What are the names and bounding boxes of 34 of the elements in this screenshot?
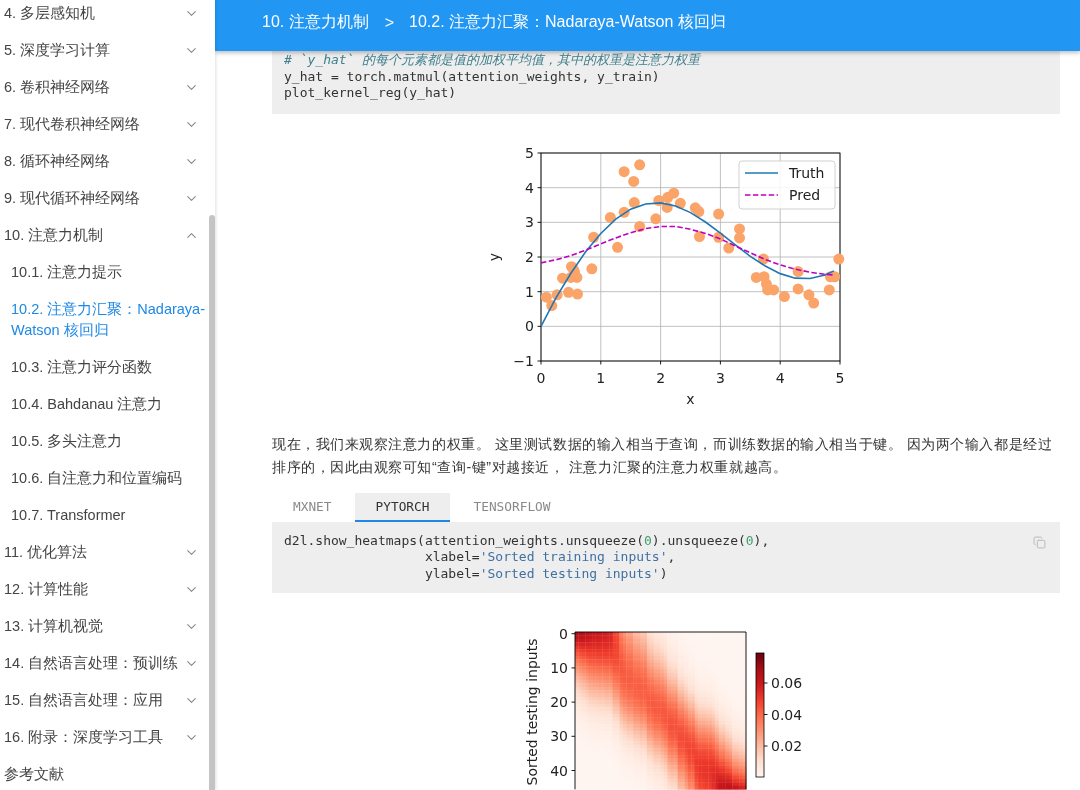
legend-label: Truth (789, 164, 825, 181)
tick-label: 0.02 (771, 738, 803, 754)
axis-label: Sorted testing inputs (524, 638, 540, 786)
code-line: y_hat = torch.matmul(attention_weights, y_train) (284, 68, 660, 85)
legend-label: Pred (789, 186, 821, 203)
body-text: 现在，我们来观察注意力的权重。 这里测试数据的输入相当于查询，而训练数据的输入相当于键。 因为两个输入都是经过排序的，因此由观察可知“查询-键”对越接近， 注意力汇聚的注意力权重就越高。 (272, 434, 1054, 477)
tick-label: 30 (550, 728, 568, 745)
code-line: # `y_hat` 的每个元素都是值的加权平均值，其中的权重是注意力权重 (284, 52, 701, 69)
code-line: ylabel='Sorted testing inputs') (423, 565, 668, 582)
code-line: d2l.show_heatmaps(attention_weights.unsqueeze(0).unsqueeze(0), (284, 532, 770, 549)
tick-label: 1 (525, 283, 534, 300)
tick-label: 20 (550, 694, 568, 711)
tick-label: 4 (775, 369, 785, 386)
tick-label: 2 (525, 248, 534, 265)
code-line: xlabel='Sorted training inputs', (423, 549, 676, 566)
tick-label: 40 (550, 762, 568, 779)
tick-label: 4 (525, 179, 534, 196)
tick-label: 0.06 (771, 675, 803, 691)
tick-label: 0 (559, 625, 568, 642)
tick-label: 3 (715, 369, 725, 386)
code-line: plot_kernel_reg(y_hat) (284, 85, 457, 102)
tick-label: 3 (525, 213, 534, 230)
tick-label: 0 (536, 369, 546, 386)
tick-label: 5 (835, 369, 845, 386)
tick-label: 5 (525, 144, 534, 161)
tick-label: −1 (513, 352, 534, 369)
axis-label: y (486, 252, 502, 261)
tick-label: 2 (656, 369, 666, 386)
axis-label: x (686, 390, 695, 407)
tick-label: 1 (596, 369, 606, 386)
tick-label: 10 (550, 659, 568, 676)
breadcrumb-separator: > (384, 13, 395, 32)
tick-label: 0 (525, 317, 534, 334)
tick-label: 0.04 (771, 706, 803, 723)
